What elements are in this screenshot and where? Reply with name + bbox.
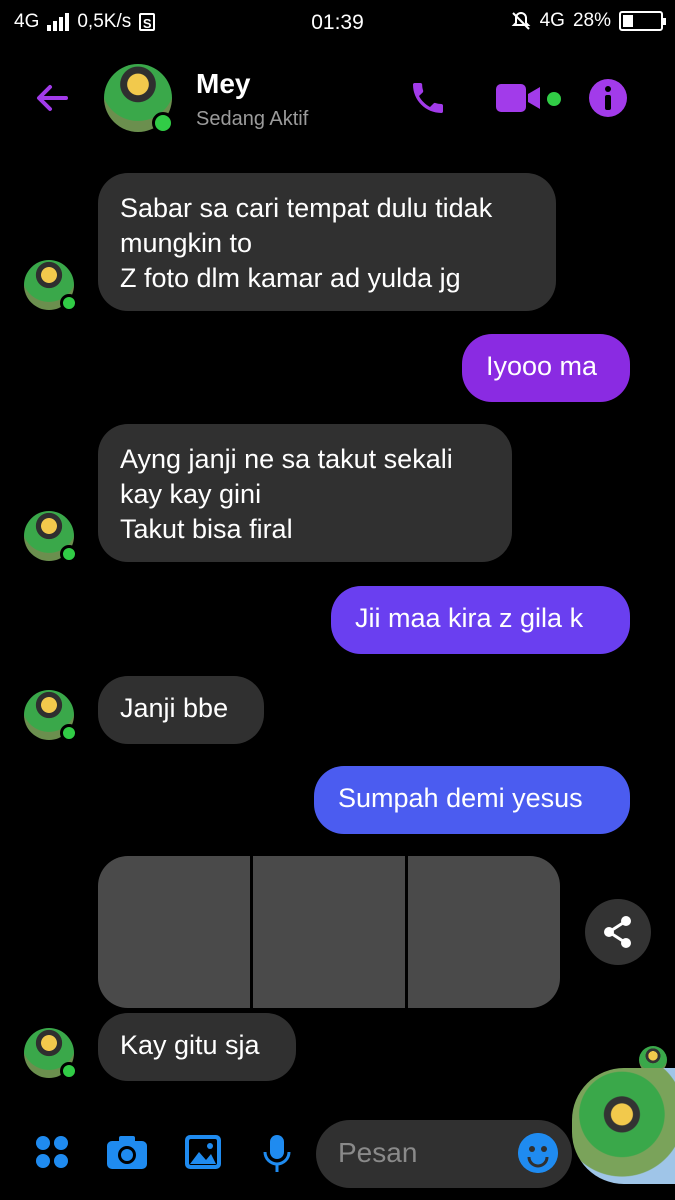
message-text: Ayng janji ne sa takut sekali <box>120 444 453 474</box>
message-bubble-incoming[interactable]: Ayng janji ne sa takut sekali kay kay gi… <box>98 424 512 562</box>
message-input-placeholder: Pesan <box>338 1137 418 1168</box>
message-text: Iyooo ma <box>486 351 598 381</box>
phone-icon[interactable] <box>408 78 448 118</box>
online-indicator <box>60 1062 78 1080</box>
share-button[interactable] <box>585 899 651 965</box>
message-text: Sabar sa cari tempat dulu tidak <box>120 193 493 223</box>
message-bubble-outgoing[interactable]: Iyooo ma <box>462 334 630 402</box>
message-text: Z foto dlm kamar ad yulda jg <box>120 263 461 293</box>
message-text: mungkin to <box>120 228 253 258</box>
contact-status: Sedang Aktif <box>196 108 309 130</box>
info-icon[interactable] <box>588 78 628 118</box>
shared-image-placeholder[interactable] <box>98 856 250 1008</box>
shared-image-placeholder[interactable] <box>408 856 560 1008</box>
contact-name[interactable]: Mey <box>196 68 250 100</box>
message-bubble-incoming[interactable]: Sabar sa cari tempat dulu tidak mungkin … <box>98 173 556 311</box>
microphone-icon[interactable] <box>262 1134 292 1174</box>
sender-avatar[interactable] <box>24 1028 78 1080</box>
online-indicator <box>152 112 174 134</box>
camera-icon[interactable] <box>106 1134 148 1170</box>
shared-image-placeholder[interactable] <box>253 856 405 1008</box>
sender-avatar[interactable] <box>24 690 78 742</box>
message-bubble-outgoing[interactable]: Sumpah demi yesus <box>314 766 630 834</box>
sender-avatar[interactable] <box>24 260 78 312</box>
battery-percent: 28% <box>572 10 611 31</box>
battery-fill <box>623 15 633 27</box>
online-indicator <box>60 545 78 563</box>
message-text: Kay gitu sja <box>120 1030 260 1060</box>
network-type-right: 4G <box>539 10 565 31</box>
message-bubble-incoming[interactable]: Kay gitu sja <box>98 1013 296 1081</box>
back-arrow-icon[interactable] <box>32 78 72 118</box>
status-right: 4G 28% <box>510 10 666 32</box>
video-active-dot <box>547 92 561 106</box>
sender-avatar[interactable] <box>24 511 78 563</box>
battery-icon <box>619 11 666 31</box>
online-indicator <box>60 724 78 742</box>
status-bar: 4G 0,5K/s S 01:39 4G 28% <box>0 0 675 46</box>
shared-media-row <box>98 856 560 1008</box>
message-bubble-incoming[interactable]: Janji bbe <box>98 676 264 744</box>
floating-chat-head[interactable] <box>572 1068 675 1184</box>
emoji-icon[interactable] <box>518 1133 558 1173</box>
online-indicator <box>60 294 78 312</box>
message-text: Janji bbe <box>120 693 229 723</box>
message-text: Jii maa kira z gila k <box>355 603 584 633</box>
message-text: Takut bisa firal <box>120 514 293 544</box>
message-bubble-outgoing[interactable]: Jii maa kira z gila k <box>331 586 630 654</box>
message-text: kay kay gini <box>120 479 262 509</box>
chat-header: Mey Sedang Aktif <box>0 56 675 146</box>
message-input[interactable]: Pesan <box>316 1120 572 1188</box>
share-icon <box>604 916 631 948</box>
mute-bell-icon <box>511 11 531 30</box>
gallery-icon[interactable] <box>184 1134 222 1170</box>
message-text: Sumpah demi yesus <box>338 783 583 813</box>
video-camera-icon[interactable] <box>496 82 542 114</box>
grid-menu-icon[interactable] <box>34 1134 70 1170</box>
